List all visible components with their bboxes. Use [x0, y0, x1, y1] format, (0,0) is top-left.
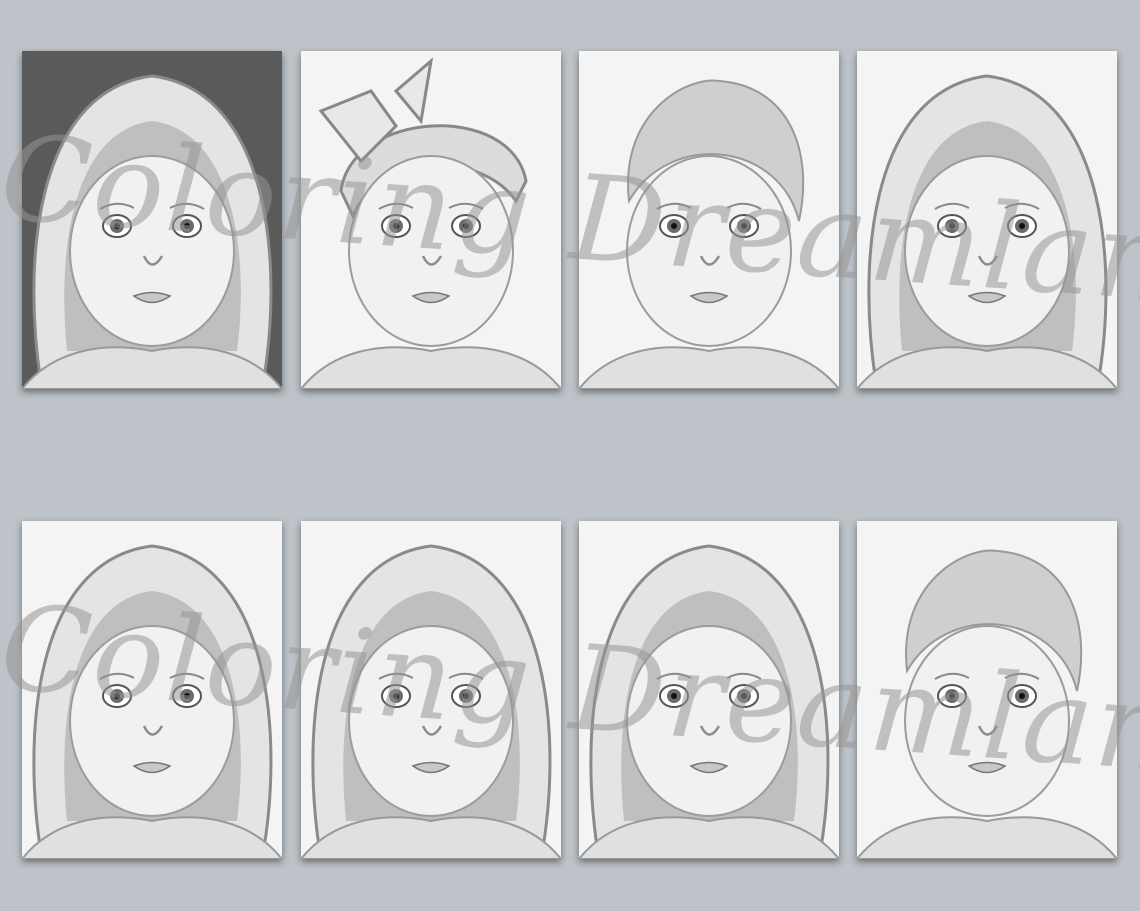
baby-portrait-4	[857, 51, 1117, 389]
baby-portrait-8	[857, 521, 1117, 859]
baby-portrait-drawing	[22, 521, 282, 859]
baby-portrait-drawing	[301, 51, 561, 389]
baby-portrait-drawing	[22, 51, 282, 389]
baby-portrait-drawing	[301, 521, 561, 859]
baby-portrait-2	[301, 51, 561, 389]
baby-portrait-drawing	[857, 521, 1117, 859]
baby-portrait-drawing	[857, 51, 1117, 389]
baby-portrait-drawing	[579, 51, 839, 389]
baby-portrait-drawing	[579, 521, 839, 859]
baby-portrait-5	[22, 521, 282, 859]
baby-portrait-3	[579, 51, 839, 389]
baby-portrait-7	[579, 521, 839, 859]
baby-portrait-1	[22, 51, 282, 389]
baby-portrait-6	[301, 521, 561, 859]
